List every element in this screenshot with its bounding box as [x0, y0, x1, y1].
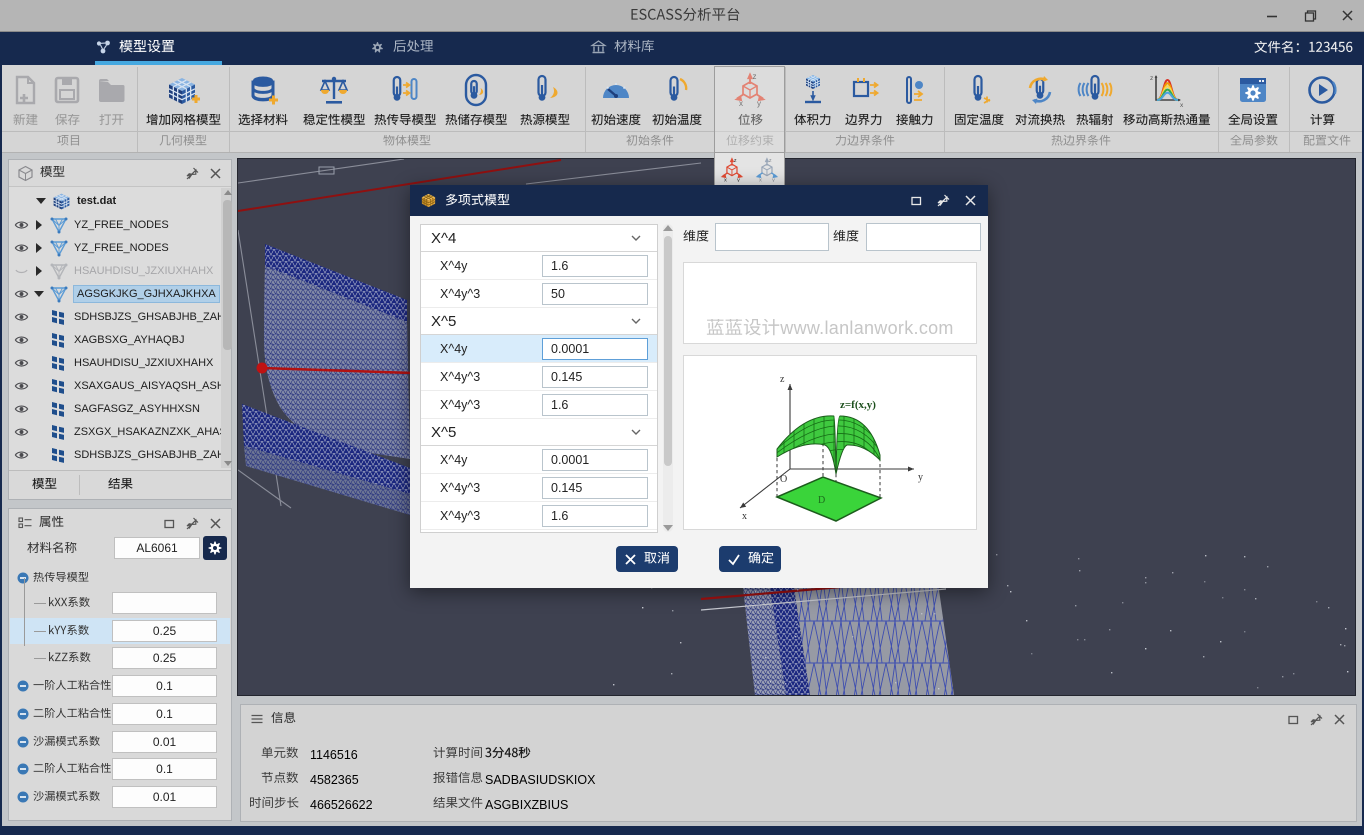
svg-text:y: y	[772, 177, 775, 182]
svg-text:z: z	[1150, 75, 1153, 82]
svg-text:x: x	[739, 99, 743, 108]
svg-text:z: z	[734, 158, 737, 164]
svg-text:y: y	[757, 99, 761, 108]
svg-text:D: D	[818, 495, 825, 506]
svg-text:x: x	[759, 177, 762, 182]
svg-text:z: z	[753, 72, 757, 81]
svg-text:x: x	[724, 177, 727, 182]
svg-text:z: z	[769, 158, 772, 164]
svg-text:y: y	[737, 177, 740, 182]
svg-text:x: x	[1180, 102, 1184, 108]
svg-text:y: y	[918, 472, 923, 483]
svg-text:O: O	[780, 474, 787, 485]
svg-text:z: z	[780, 374, 785, 385]
svg-text:z=f(x,y): z=f(x,y)	[840, 399, 876, 411]
svg-text:x: x	[742, 511, 747, 522]
